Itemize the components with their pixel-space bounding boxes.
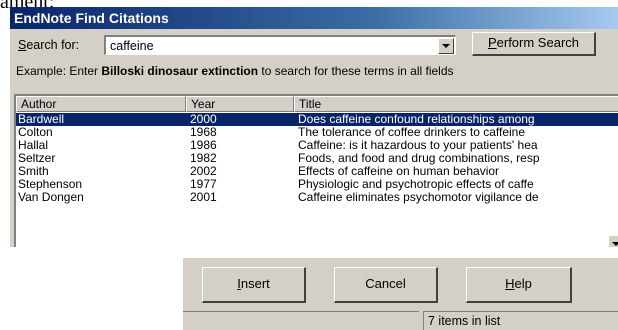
row-title: Does caffeine confound relationships amo… [298, 113, 535, 126]
perform-search-button[interactable]: Perform Search [472, 32, 596, 56]
row-author: Colton [18, 126, 53, 139]
row-year: 1986 [190, 139, 217, 152]
row-title: Physiologic and psychotropic effects of … [298, 178, 534, 191]
row-title: Foods, and food and drug combinations, r… [298, 152, 540, 165]
row-year: 2000 [190, 113, 217, 126]
perform-search-mnemonic: P [487, 35, 497, 50]
insert-label-text: nsert [240, 276, 270, 291]
search-label: Search for: [18, 38, 79, 52]
table-row[interactable]: Seltzer 1982 Foods, and food and drug comb… [16, 152, 618, 165]
help-button[interactable]: Help [466, 267, 572, 303]
dialog-button-area: Insert Cancel Help 7 items in list [183, 258, 618, 330]
row-author: Bardwell [18, 113, 65, 126]
help-label-text: elp [514, 276, 532, 291]
example-prefix: Example: Enter [16, 64, 102, 78]
scroll-down-button[interactable] [608, 235, 618, 247]
row-title: Effects of caffeine on human behavior [298, 165, 500, 178]
example-suffix: to search for these terms in all fields [258, 64, 454, 78]
chevron-down-icon [442, 44, 450, 48]
row-year: 1968 [190, 126, 217, 139]
search-combobox[interactable] [104, 35, 456, 55]
row-author: Smith [18, 165, 49, 178]
example-hint: Example: Enter Billoski dinosaur extinct… [16, 64, 454, 78]
column-header-author[interactable]: Author [16, 96, 186, 112]
table-row[interactable]: Stephenson 1977 Physiologic and psychotrop… [16, 178, 618, 191]
row-author: Seltzer [18, 152, 56, 165]
status-bar-left-pane [183, 311, 419, 330]
row-year: 1977 [190, 178, 217, 191]
row-author: Stephenson [18, 178, 83, 191]
insert-button[interactable]: Insert [202, 267, 306, 303]
cancel-button[interactable]: Cancel [334, 267, 438, 303]
search-dropdown-button[interactable] [438, 38, 454, 54]
perform-search-label-text: erform Search [496, 35, 580, 50]
row-title: Caffeine: is it hazardous to your patien… [298, 139, 538, 152]
search-input[interactable] [110, 38, 410, 54]
row-year: 2001 [190, 191, 217, 204]
column-header-year[interactable]: Year [186, 96, 294, 112]
item-count-status: 7 items in list [423, 311, 618, 330]
table-row[interactable]: Hallal 1986 Caffeine: is it hazardous to y… [16, 139, 618, 152]
table-row[interactable]: Bardwell 2000 Does caffeine confound relat… [16, 113, 618, 126]
row-title: The tolerance of coffee drinkers to caff… [298, 126, 526, 139]
row-year: 1982 [190, 152, 217, 165]
row-title: Caffeine eliminates psychomotor vigilanc… [298, 191, 539, 204]
citations-list[interactable]: Author Year Title Bardwell 2000 Does caffe… [14, 94, 618, 247]
find-citations-dialog: EndNote Find Citations Search for: Perfo… [10, 7, 618, 247]
example-terms: Billoski dinosaur extinction [101, 64, 259, 78]
help-mnemonic: H [505, 276, 515, 291]
row-author: Hallal [18, 139, 49, 152]
search-label-text: earch for: [26, 38, 80, 52]
window-title: EndNote Find Citations [14, 10, 169, 26]
row-author: Van Dongen [18, 191, 84, 204]
table-row[interactable]: Colton 1968 The tolerance of coffee drinke… [16, 126, 618, 139]
column-header-title[interactable]: Title [294, 96, 618, 112]
table-row[interactable]: Van Dongen 2001 Caffeine eliminates psycho… [16, 191, 618, 204]
scroll-down-arrow-icon [612, 242, 618, 246]
title-bar[interactable]: EndNote Find Citations [10, 7, 618, 29]
table-row[interactable]: Smith 2002 Effects of caffeine on human be… [16, 165, 618, 178]
row-year: 2002 [190, 165, 217, 178]
